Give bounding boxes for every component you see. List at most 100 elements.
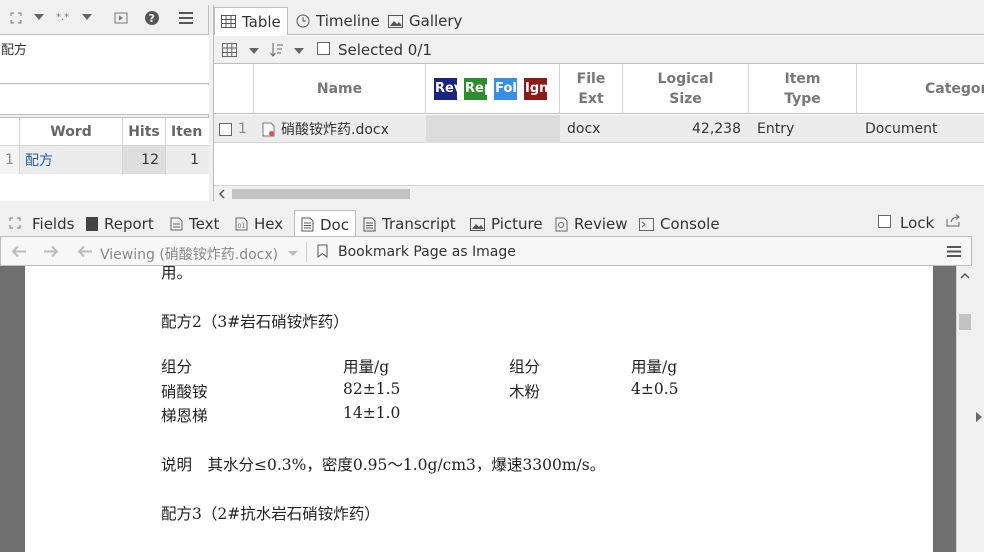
lock-checkbox[interactable] <box>878 215 891 228</box>
row-checkbox[interactable] <box>219 115 232 143</box>
tab-console[interactable]: Console <box>633 210 726 238</box>
doc-icon <box>301 217 314 232</box>
word-table-header: Word Hits Iten <box>0 118 209 146</box>
play-box-icon[interactable] <box>114 11 128 25</box>
word-cell[interactable]: 配方 <box>20 146 123 174</box>
tags-column-header: Rev Rep Fol Ign <box>426 64 560 114</box>
console-icon <box>639 217 654 231</box>
word-doc-icon <box>262 122 276 137</box>
logical-size-cell: 42,238 <box>692 121 741 137</box>
ignore-tag[interactable]: Ign <box>524 78 547 100</box>
chevron-down-icon[interactable] <box>294 47 304 55</box>
logical-size-header-line1: Logical <box>657 71 714 87</box>
tab-report[interactable]: Report <box>80 210 160 238</box>
svg-text:01: 01 <box>238 223 246 230</box>
row-number: 1 <box>0 146 20 174</box>
chevron-right-icon[interactable] <box>976 412 982 422</box>
viewing-label[interactable]: Viewing (硝酸铵炸药.docx) <box>100 244 278 264</box>
chevron-down-icon[interactable] <box>288 250 298 257</box>
document-viewer[interactable]: 用。 配方2（3#岩石硝铵炸药） 组分 用量/g 组分 用量/g 硝酸铵 82±… <box>0 266 956 552</box>
amount-cell: 82±1.5 <box>343 380 401 398</box>
scrollbar-thumb[interactable] <box>232 189 410 199</box>
toolbar-divider <box>306 242 307 262</box>
regex-icon[interactable]: *.* <box>56 11 70 21</box>
hex-icon: 01 <box>235 217 248 231</box>
items-column-header[interactable]: Iten <box>166 118 209 145</box>
tags-cell <box>426 115 560 143</box>
tab-transcript[interactable]: Transcript <box>357 210 462 238</box>
horizontal-scrollbar[interactable] <box>214 185 984 201</box>
amount-header: 用量/g <box>343 358 390 376</box>
grid-icon[interactable] <box>222 43 237 57</box>
table-row[interactable]: 1 硝酸铵炸药.docx docx 42,238 Entry Document <box>214 115 984 143</box>
category-column-header[interactable]: Categor <box>857 64 984 114</box>
file-ext-column-header[interactable]: File Ext <box>560 64 623 114</box>
name-cell[interactable]: 硝酸铵炸药.docx <box>262 115 426 143</box>
tab-label: Hex <box>254 215 284 233</box>
table-toolbar: Selected 0/1 <box>214 36 984 64</box>
tab-table[interactable]: Table <box>214 7 288 35</box>
review-icon <box>555 217 568 232</box>
logical-size-column-header[interactable]: Logical Size <box>623 64 749 114</box>
chevron-down-icon[interactable] <box>82 13 92 21</box>
tab-review[interactable]: Review <box>549 210 634 238</box>
item-type-header-line2: Type <box>784 91 821 107</box>
formula-3-title: 配方3（2#抗水岩石硝铵炸药） <box>161 505 380 523</box>
review-tag[interactable]: Rev <box>434 78 457 100</box>
search-term: 配方 <box>1 43 28 58</box>
follow-tag[interactable]: Fol <box>494 78 517 100</box>
amount-cell: 14±1.0 <box>343 404 401 422</box>
word-hits-table: Word Hits Iten 1 配方 12 1 <box>0 117 209 201</box>
report-tag[interactable]: Rep <box>464 78 487 100</box>
bookmark-page-button[interactable]: Bookmark Page as Image <box>338 244 516 260</box>
tab-picture[interactable]: Picture <box>464 210 549 238</box>
viewer-tabs: Fields Report Text 01 Hex Doc Transcript… <box>0 208 984 238</box>
tab-hex[interactable]: 01 Hex <box>229 210 289 238</box>
bookmark-icon[interactable] <box>317 244 328 258</box>
share-icon[interactable] <box>946 213 961 227</box>
expand-icon[interactable] <box>10 12 22 24</box>
scrollbar-thumb[interactable] <box>959 314 971 330</box>
view-tabs: Table Timeline Gallery <box>214 5 984 35</box>
tab-label: Report <box>104 215 154 233</box>
keyword-search-input[interactable]: 配方 <box>0 34 209 84</box>
component-cell: 梯恩梯 <box>161 407 208 425</box>
help-icon[interactable]: ? <box>144 10 160 26</box>
tab-fields[interactable]: Fields <box>26 210 80 238</box>
tab-gallery[interactable]: Gallery <box>382 7 468 35</box>
component-header-2: 组分 <box>509 358 541 376</box>
clock-icon <box>296 14 310 28</box>
scroll-left-icon[interactable] <box>218 189 226 199</box>
svg-text:?: ? <box>149 12 155 25</box>
amount-header-2: 用量/g <box>631 358 678 376</box>
vertical-scrollbar[interactable] <box>956 266 972 552</box>
picture-icon <box>388 14 403 28</box>
forward-arrow-icon[interactable] <box>43 245 59 258</box>
items-table-header: Name Rev Rep Fol Ign File Ext Logical Si… <box>214 64 984 114</box>
back-arrow-icon[interactable] <box>11 245 27 258</box>
chevron-down-icon[interactable] <box>34 13 44 21</box>
tab-text[interactable]: Text <box>164 210 225 238</box>
tab-label: Timeline <box>316 12 380 30</box>
category-cell: Document <box>865 121 938 137</box>
name-column-header[interactable]: Name <box>254 64 426 114</box>
items-cell: 1 <box>190 152 199 168</box>
file-ext-header-line1: File <box>576 71 606 87</box>
expand-icon[interactable] <box>9 217 21 229</box>
scroll-up-icon[interactable] <box>960 272 970 280</box>
history-back-icon[interactable] <box>77 245 93 258</box>
word-column-header[interactable]: Word <box>20 118 123 145</box>
menu-icon[interactable] <box>947 245 961 258</box>
chevron-down-icon[interactable] <box>249 47 259 55</box>
hits-column-header[interactable]: Hits <box>123 118 166 145</box>
item-type-column-header[interactable]: Item Type <box>749 64 857 114</box>
selected-count: Selected 0/1 <box>338 41 432 59</box>
select-all-checkbox[interactable] <box>317 42 330 55</box>
menu-icon[interactable] <box>178 11 194 25</box>
sort-icon[interactable] <box>270 42 284 58</box>
item-type-header-line1: Item <box>784 71 821 87</box>
tab-timeline[interactable]: Timeline <box>290 7 386 35</box>
tab-doc[interactable]: Doc <box>294 210 356 238</box>
table-row[interactable]: 1 配方 12 1 <box>0 146 209 174</box>
file-ext-header-line2: Ext <box>578 91 604 107</box>
